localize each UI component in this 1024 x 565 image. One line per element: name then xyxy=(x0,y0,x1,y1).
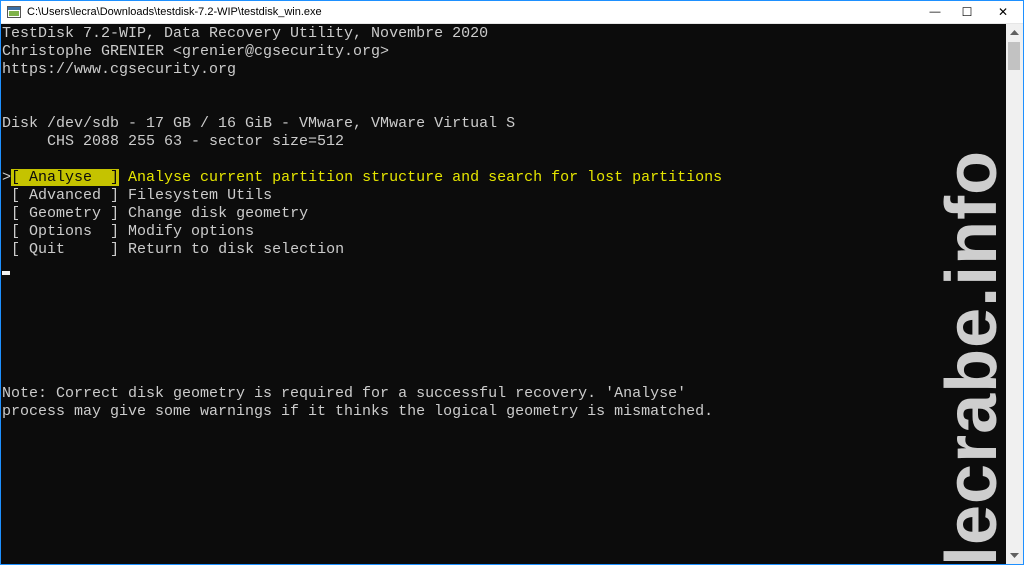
title-bar[interactable]: C:\Users\lecra\Downloads\testdisk-7.2-WI… xyxy=(1,1,1023,24)
scroll-up-arrow-icon[interactable] xyxy=(1006,24,1023,41)
console-output[interactable]: TestDisk 7.2-WIP, Data Recovery Utility,… xyxy=(1,24,1007,564)
menu-description-analyse: Analyse current partition structure and … xyxy=(119,169,723,186)
menu-button-options[interactable]: [ Options ] xyxy=(11,223,119,240)
menu-description-advanced: Filesystem Utils xyxy=(119,187,273,204)
menu-item-quit[interactable]: [ Quit ] Return to disk selection xyxy=(2,241,344,259)
scrollbar-thumb[interactable] xyxy=(1008,42,1020,70)
menu-cursor-marker xyxy=(2,223,11,240)
vertical-scrollbar[interactable] xyxy=(1006,24,1023,564)
menu-cursor-marker xyxy=(2,187,11,204)
console-window: C:\Users\lecra\Downloads\testdisk-7.2-WI… xyxy=(0,0,1024,565)
header-url-line: https://www.cgsecurity.org xyxy=(2,61,237,78)
maximize-icon: ☐ xyxy=(961,5,973,19)
note-line-1: Note: Correct disk geometry is required … xyxy=(2,385,687,402)
close-button[interactable]: ✕ xyxy=(983,1,1023,23)
menu-button-analyse[interactable]: [ Analyse ] xyxy=(11,169,120,186)
menu-cursor-marker xyxy=(2,241,11,258)
menu-description-quit: Return to disk selection xyxy=(119,241,345,258)
menu-description-geometry: Change disk geometry xyxy=(119,205,309,222)
header-author-line: Christophe GRENIER <grenier@cgsecurity.o… xyxy=(2,43,390,60)
disk-chs-line: CHS 2088 255 63 - sector size=512 xyxy=(2,133,345,150)
scroll-down-arrow-icon[interactable] xyxy=(1006,547,1023,564)
menu-description-options: Modify options xyxy=(119,223,255,240)
menu-item-advanced[interactable]: [ Advanced ] Filesystem Utils xyxy=(2,187,272,205)
menu-button-advanced[interactable]: [ Advanced ] xyxy=(11,187,119,204)
menu-cursor-marker xyxy=(2,205,11,222)
maximize-button[interactable]: ☐ xyxy=(951,1,983,23)
menu-cursor-marker: > xyxy=(2,169,12,186)
menu-item-analyse[interactable]: >[ Analyse ] Analyse current partition s… xyxy=(2,169,722,187)
header-title-line: TestDisk 7.2-WIP, Data Recovery Utility,… xyxy=(2,25,489,42)
menu-button-geometry[interactable]: [ Geometry ] xyxy=(11,205,119,222)
text-cursor xyxy=(2,271,10,275)
close-icon: ✕ xyxy=(997,5,1009,19)
console-app-icon xyxy=(7,6,21,18)
note-line-2: process may give some warnings if it thi… xyxy=(2,403,714,420)
menu-button-quit[interactable]: [ Quit ] xyxy=(11,241,119,258)
minimize-button[interactable]: — xyxy=(919,1,951,23)
minimize-icon: — xyxy=(929,6,941,18)
disk-info-line: Disk /dev/sdb - 17 GB / 16 GiB - VMware,… xyxy=(2,115,516,132)
menu-item-geometry[interactable]: [ Geometry ] Change disk geometry xyxy=(2,205,308,223)
menu-item-options[interactable]: [ Options ] Modify options xyxy=(2,223,254,241)
window-title: C:\Users\lecra\Downloads\testdisk-7.2-WI… xyxy=(27,6,322,18)
